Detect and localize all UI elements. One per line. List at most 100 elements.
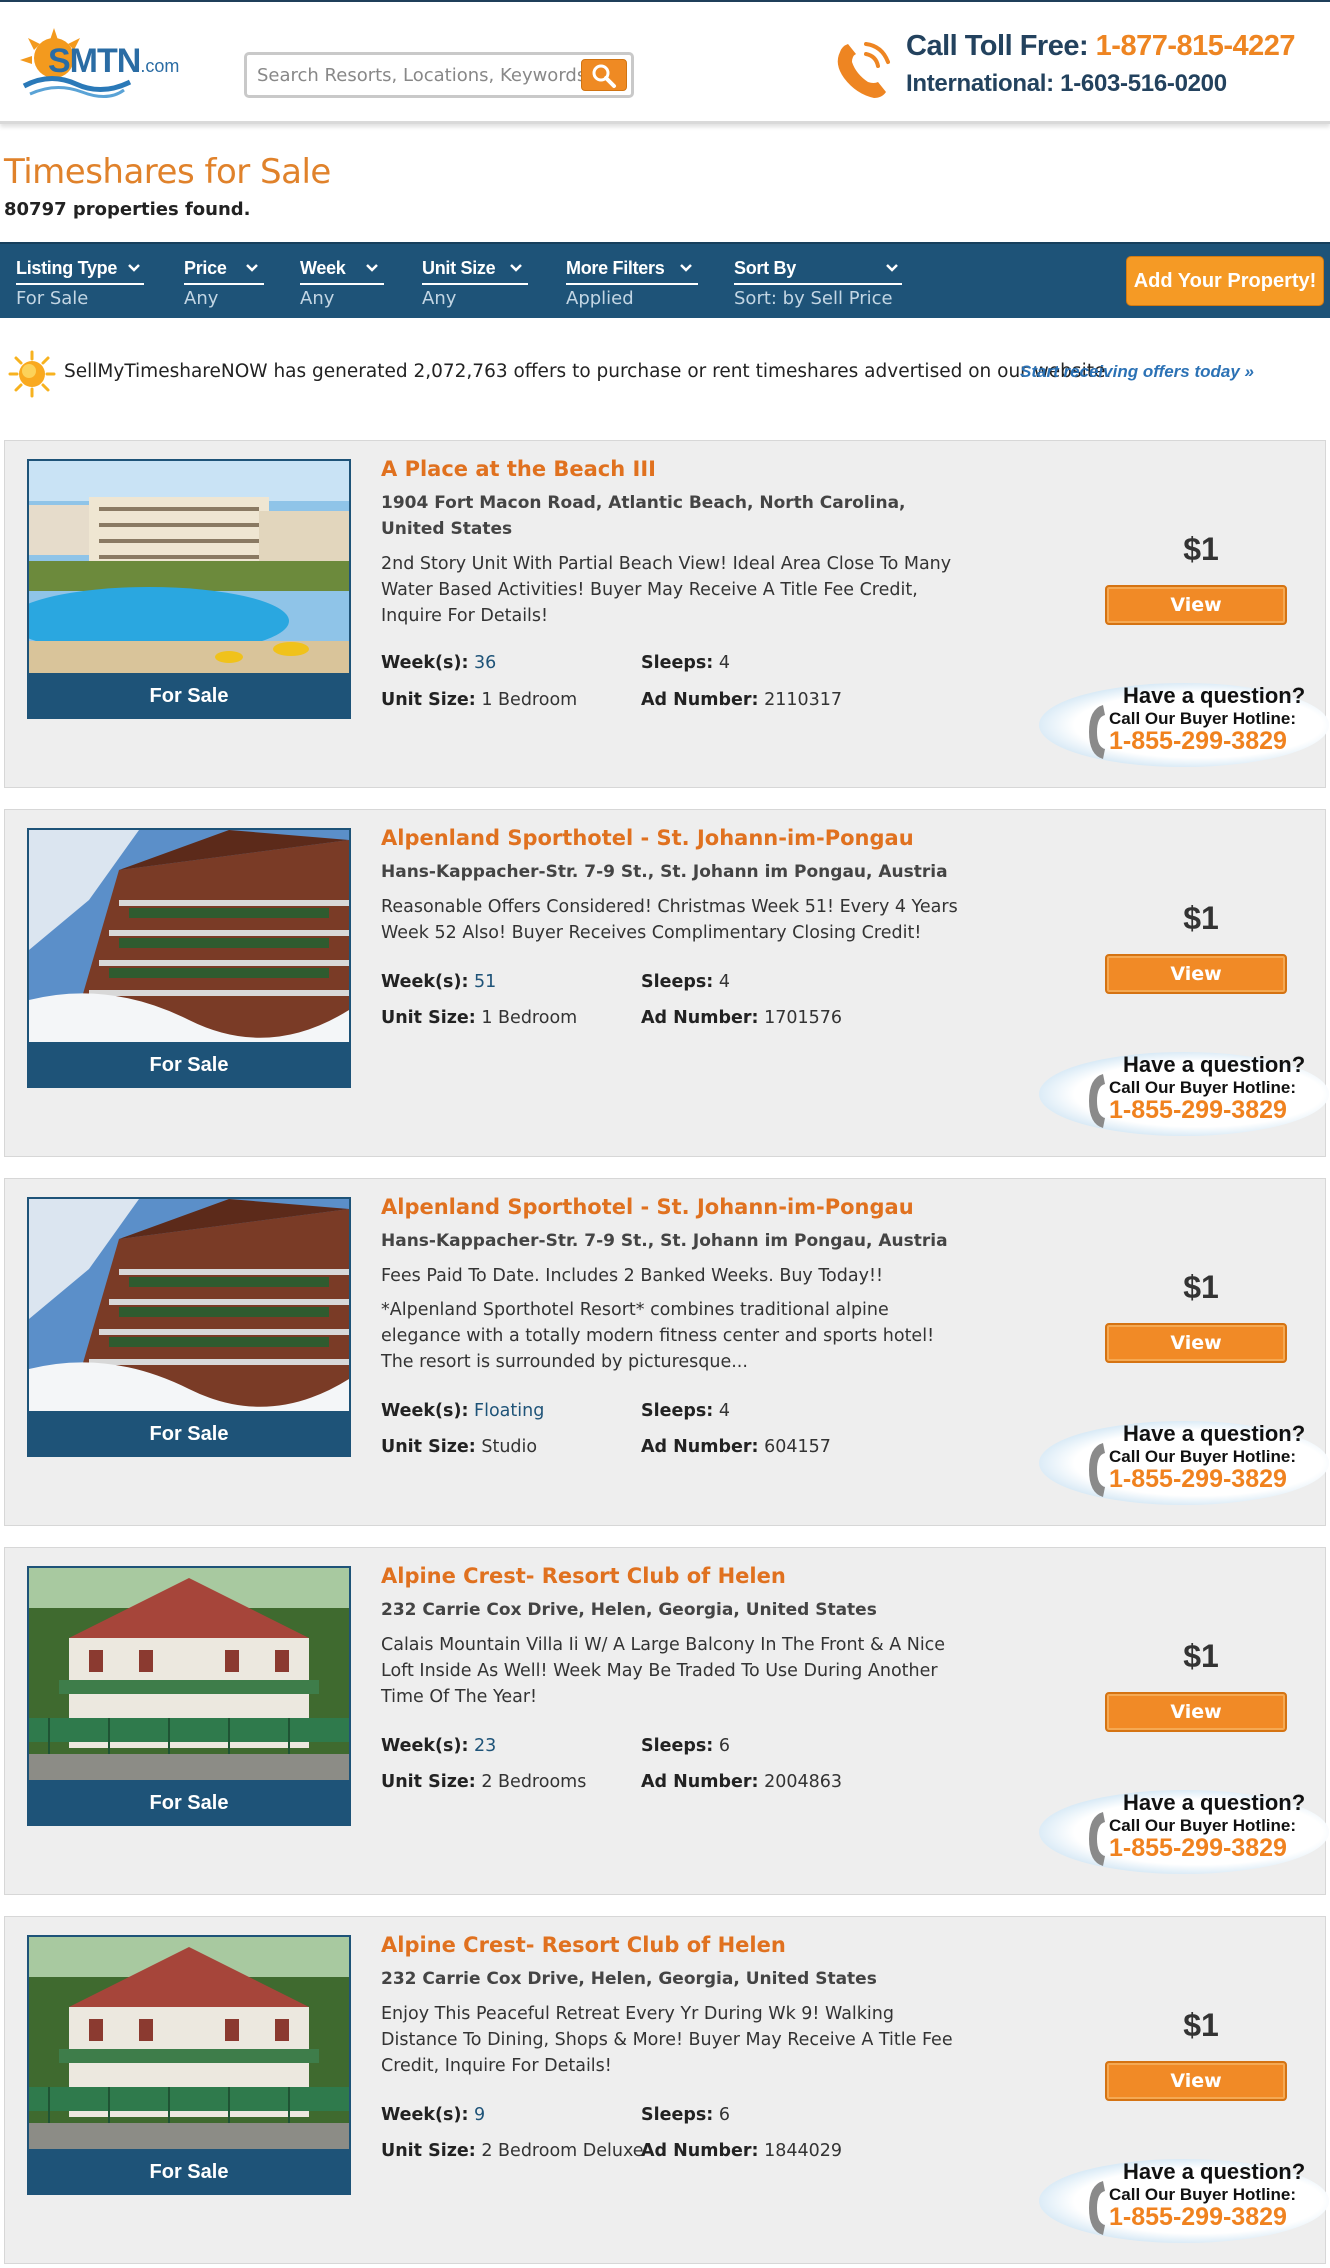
logo-wordmark: SMTN [48,42,141,80]
listing-title[interactable]: Alpenland Sporthotel - St. Johann-im-Pon… [381,1195,914,1219]
filter-underline [16,283,144,285]
filter-sort-by[interactable]: Sort By Sort: by Sell Price [734,258,904,309]
telephone-handset-icon [1089,705,1105,759]
chevron-down-icon [128,264,140,272]
filter-value: Any [184,288,219,309]
phone-icon [837,42,890,98]
site-header: SMTN.com Call Toll Free: 1-877-815-4227 … [0,0,1330,124]
listing-weeks: Week(s): 51 [381,972,496,992]
search-input[interactable] [257,61,587,89]
filter-label: Unit Size [422,258,496,278]
hotline-number: 1-855-299-3829 [1109,1465,1287,1493]
hotline-number: 1-855-299-3829 [1109,727,1287,755]
listing-description: Calais Mountain Villa Ii W/ A Large Balc… [381,1635,946,1707]
ad-number-label: Ad Number: [641,1008,759,1028]
sleeps-value: 4 [718,972,731,992]
search-button[interactable] [581,59,627,91]
filter-underline [300,283,384,285]
listing-price: $1 [1183,1638,1219,1674]
view-button[interactable]: View [1105,1692,1287,1732]
listing-price: $1 [1183,531,1219,567]
chevron-down-icon [366,264,378,272]
ad-number-value: 2004863 [764,1772,843,1792]
listing-ad-number: Ad Number: 2004863 [641,1772,842,1792]
telephone-handset-icon [1089,1443,1105,1497]
listing-unit-size: Unit Size: 1 Bedroom [381,690,577,710]
listing-sleeps: Sleeps: 6 [641,2105,730,2125]
unit-size-label: Unit Size: [381,2141,476,2161]
listing-photo[interactable]: For Sale [27,828,351,1088]
listing-weeks: Week(s): 9 [381,2105,485,2125]
listing-photo[interactable]: For Sale [27,459,351,719]
view-button[interactable]: View [1105,585,1287,625]
listing-title[interactable]: Alpenland Sporthotel - St. Johann-im-Pon… [381,826,914,850]
view-button[interactable]: View [1105,1323,1287,1363]
filter-value: Sort: by Sell Price [734,288,893,309]
start-receiving-offers-link[interactable]: Start receiving offers today » [1020,362,1254,382]
listing-weeks: Week(s): 23 [381,1736,496,1756]
unit-size-value: 1 Bedroom [481,1008,578,1028]
listing-unit-size: Unit Size: Studio [381,1437,537,1457]
weeks-value: Floating [474,1401,545,1421]
filter-bar: Listing Type For Sale Price Any Week Any… [0,242,1330,318]
hotline-number: 1-855-299-3829 [1109,1096,1287,1124]
filter-listing-type[interactable]: Listing Type For Sale [16,258,146,309]
for-sale-label: For Sale [149,1423,229,1445]
toll-free-line: Call Toll Free: 1-877-815-4227 [906,30,1296,63]
listing-description: Fees Paid To Date. Includes 2 Banked Wee… [381,1266,883,1286]
buyer-hotline-badge[interactable]: Have a question? Call Our Buyer Hotline:… [1033,1788,1329,1878]
buyer-hotline-badge[interactable]: Have a question? Call Our Buyer Hotline:… [1033,681,1329,771]
chevron-down-icon [510,264,522,272]
toll-free-number[interactable]: 1-877-815-4227 [1096,30,1296,62]
unit-size-label: Unit Size: [381,1008,476,1028]
add-property-button[interactable]: Add Your Property! [1126,256,1324,306]
filter-unit-size[interactable]: Unit Size Any [422,258,528,309]
listing-photo[interactable]: For Sale [27,1197,351,1457]
view-button[interactable]: View [1105,954,1287,994]
toll-free-label: Call Toll Free: [906,30,1089,62]
ad-number-value: 604157 [764,1437,831,1457]
listing-photo[interactable]: For Sale [27,1935,351,2195]
filter-week[interactable]: Week Any [300,258,384,309]
ad-number-value: 2110317 [764,690,843,710]
listing-title[interactable]: Alpine Crest- Resort Club of Helen [381,1933,786,1957]
ad-number-label: Ad Number: [641,1437,759,1457]
buyer-hotline-badge[interactable]: Have a question? Call Our Buyer Hotline:… [1033,1050,1329,1140]
sleeps-value: 4 [718,1401,731,1421]
for-sale-label: For Sale [149,1792,229,1814]
listing-title[interactable]: A Place at the Beach III [381,457,656,481]
for-sale-label: For Sale [149,1054,229,1076]
filter-more-filters[interactable]: More Filters Applied [566,258,698,309]
have-question-text: Have a question? [1123,2159,1306,2184]
listing-description-extra: *Alpenland Sporthotel Resort* combines t… [381,1300,935,1372]
listing-title[interactable]: Alpine Crest- Resort Club of Helen [381,1564,786,1588]
view-button[interactable]: View [1105,2061,1287,2101]
listing-photo[interactable]: For Sale [27,1566,351,1826]
weeks-value: 23 [474,1736,497,1756]
page-title: Timeshares for Sale [4,152,331,192]
sleeps-value: 4 [718,653,731,673]
logo-suffix: .com [140,56,180,76]
weeks-label: Week(s): [381,1736,469,1756]
listing-price: $1 [1183,1269,1219,1305]
filter-label: Price [184,258,227,278]
alpine-hotel-photo [29,1199,349,1411]
buyer-hotline-badge[interactable]: Have a question? Call Our Buyer Hotline:… [1033,1419,1329,1509]
international-line[interactable]: International: 1-603-516-0200 [906,70,1227,98]
listing-weeks: Week(s): 36 [381,653,496,673]
listing-card: For Sale A Place at the Beach III 1904 F… [4,440,1329,788]
chalet-photo [29,1568,349,1780]
chevron-down-icon [246,264,258,272]
filter-label: Listing Type [16,258,118,278]
telephone-handset-icon [1089,2181,1105,2235]
unit-size-label: Unit Size: [381,1437,476,1457]
filter-underline [566,283,698,285]
listing-sleeps: Sleeps: 4 [641,1401,730,1421]
filter-price[interactable]: Price Any [184,258,264,309]
filter-underline [422,283,528,285]
listing-unit-size: Unit Size: 2 Bedrooms [381,1772,586,1792]
site-logo[interactable]: SMTN.com [20,28,180,104]
search-box [244,52,634,98]
buyer-hotline-badge[interactable]: Have a question? Call Our Buyer Hotline:… [1033,2157,1329,2247]
hotline-number: 1-855-299-3829 [1109,1834,1287,1862]
